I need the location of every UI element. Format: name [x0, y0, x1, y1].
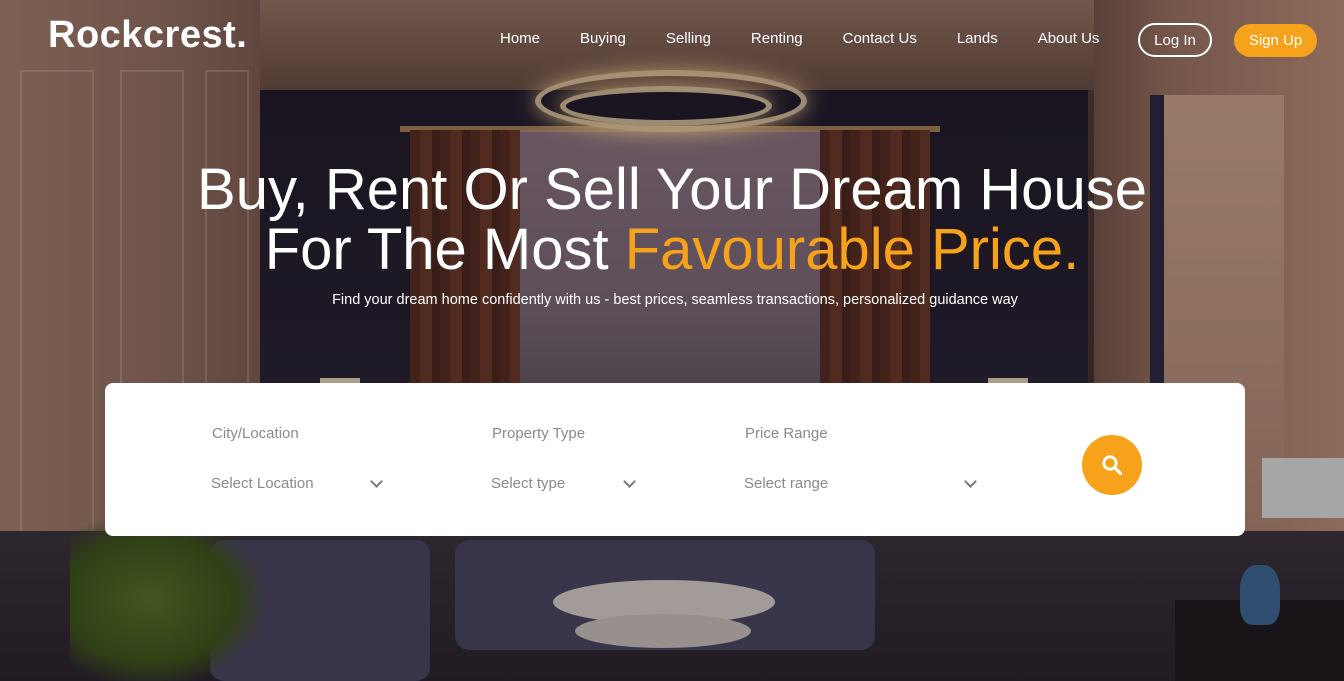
chevron-down-icon: [964, 474, 977, 488]
price-range-select[interactable]: Select range: [744, 471, 977, 495]
price-range-select-value: Select range: [744, 474, 829, 492]
hero-subtitle: Find your dream home confidently with us…: [332, 292, 1018, 308]
property-type-select[interactable]: Select type: [491, 471, 636, 495]
location-label: City/Location: [212, 425, 299, 442]
price-range-label: Price Range: [745, 425, 828, 442]
property-type-label: Property Type: [492, 425, 586, 442]
search-button[interactable]: [1082, 435, 1142, 495]
hero-title: Buy, Rent Or Sell Your Dream House For T…: [0, 160, 1344, 280]
hero-title-line1: Buy, Rent Or Sell Your Dream House: [197, 157, 1147, 222]
chevron-down-icon: [370, 474, 383, 488]
nav-selling[interactable]: Selling: [666, 22, 711, 55]
login-button[interactable]: Log In: [1138, 23, 1212, 57]
hero-background-image: [0, 0, 1344, 681]
nav-lands[interactable]: Lands: [957, 22, 998, 55]
nav-renting[interactable]: Renting: [751, 22, 803, 55]
location-select-value: Select Location: [211, 474, 314, 492]
hero-title-line2: For The Most: [264, 217, 625, 282]
nav-home[interactable]: Home: [500, 22, 540, 55]
signup-button[interactable]: Sign Up: [1234, 24, 1317, 57]
nav-about-us[interactable]: About Us: [1038, 22, 1100, 55]
nav-contact-us[interactable]: Contact Us: [843, 22, 917, 55]
property-type-select-value: Select type: [491, 474, 566, 492]
location-select[interactable]: Select Location: [211, 471, 383, 495]
search-icon: [1102, 455, 1123, 476]
hero-title-accent: Favourable Price.: [624, 217, 1080, 282]
nav-buying[interactable]: Buying: [580, 22, 626, 55]
main-nav: Home Buying Selling Renting Contact Us L…: [480, 22, 1119, 55]
property-search-card: City/Location Select Location Property T…: [105, 383, 1245, 536]
brand-logo[interactable]: Rockcrest.: [48, 14, 247, 57]
chevron-down-icon: [623, 474, 636, 488]
